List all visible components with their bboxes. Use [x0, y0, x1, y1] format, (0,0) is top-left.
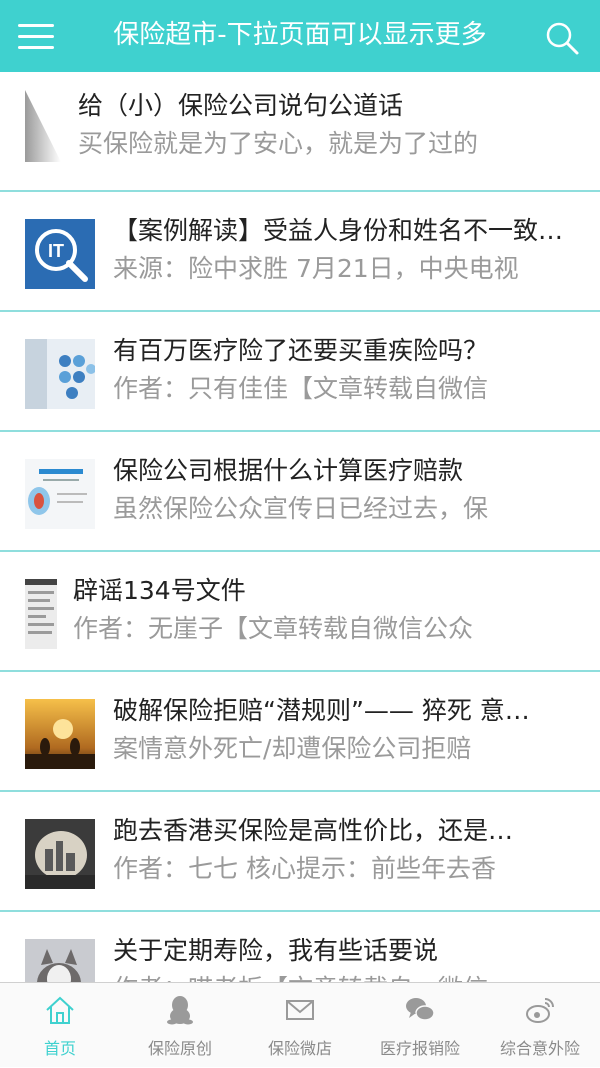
article-title: 辟谣134号文件 [73, 576, 246, 605]
page-title: 保险超市-下拉页面可以显示更多 [113, 20, 487, 50]
tab-label: 首页 [43, 1039, 76, 1058]
tab-medical[interactable]: 医疗报销险 [360, 983, 480, 1068]
menu-icon[interactable] [18, 22, 54, 52]
list-item[interactable]: 关于定期寿险，我有些话要说 作者：喵老板【文章转载自，微信 [0, 912, 600, 982]
list-item[interactable]: 保险公司根据什么计算医疗赔款 虽然保险公众宣传日已经过去，保 [0, 432, 600, 552]
sunset-thumbnail [25, 699, 95, 769]
weibo-icon [526, 998, 554, 1023]
svg-text:IT: IT [48, 241, 64, 261]
phone-screenshot-thumbnail [25, 579, 57, 649]
cat-thumbnail [25, 939, 95, 982]
bottom-tab-bar: 首页 保险原创 保险微店 医疗报销险 综合意外险 [0, 982, 600, 1067]
tab-label: 保险微店 [267, 1039, 332, 1058]
list-item[interactable]: 跑去香港买保险是高性价比，还是… 作者：七七 核心提示：前些年去香 [0, 792, 600, 912]
list-item[interactable]: 辟谣134号文件 作者：无崖子【文章转载自微信公众 [0, 552, 600, 672]
tab-home[interactable]: 首页 [0, 983, 120, 1068]
top-bar: 保险超市-下拉页面可以显示更多 [0, 0, 600, 72]
tab-label: 保险原创 [147, 1039, 212, 1058]
article-subtitle: 案情意外死亡/却遭保险公司拒赔 [113, 734, 472, 763]
home-icon [46, 996, 74, 1024]
article-title: 保险公司根据什么计算医疗赔款 [113, 456, 464, 485]
article-subtitle: 作者：喵老板【文章转载自，微信 [113, 970, 578, 982]
gradient-thumbnail [25, 90, 61, 162]
article-subtitle: 作者：七七 核心提示：前些年去香 [113, 854, 496, 883]
city-thumbnail [25, 819, 95, 889]
search-icon[interactable] [544, 20, 580, 56]
article-subtitle: 买保险就是为了安心，就是为了过的 [78, 129, 479, 158]
list-item[interactable]: IT 【案例解读】受益人身份和姓名不一致… 来源：险中求胜 7月21日，中央电视 [0, 192, 600, 312]
tab-accident[interactable]: 综合意外险 [480, 983, 600, 1068]
article-title: 给（小）保险公司说句公道话 [78, 91, 404, 120]
article-title: 关于定期寿险，我有些话要说 [113, 936, 439, 965]
document-thumbnail [25, 459, 95, 529]
tab-original[interactable]: 保险原创 [120, 983, 240, 1068]
article-subtitle: 作者：只有佳佳【文章转载自微信 [113, 374, 489, 403]
chat-bubble-icon [406, 998, 435, 1021]
penguin-icon [167, 996, 193, 1025]
tab-shop[interactable]: 保险微店 [240, 983, 360, 1068]
article-title: 【案例解读】受益人身份和姓名不一致… [113, 216, 564, 245]
article-subtitle: 作者：无崖子【文章转载自微信公众 [73, 614, 474, 643]
article-title: 跑去香港买保险是高性价比，还是… [113, 816, 514, 845]
article-list[interactable]: 给（小）保险公司说句公道话 买保险就是为了安心，就是为了过的 IT 【案例解读】… [0, 72, 600, 982]
list-item[interactable]: 给（小）保险公司说句公道话 买保险就是为了安心，就是为了过的 [0, 72, 600, 192]
article-subtitle: 来源：险中求胜 7月21日，中央电视 [113, 254, 519, 283]
it-magnifier-thumbnail: IT [25, 219, 95, 289]
list-item[interactable]: 破解保险拒赔“潜规则”—— 猝死 意… 案情意外死亡/却遭保险公司拒赔 [0, 672, 600, 792]
tab-label: 医疗报销险 [379, 1039, 460, 1058]
tab-label: 综合意外险 [499, 1039, 580, 1058]
medical-thumbnail [25, 339, 95, 409]
article-title: 破解保险拒赔“潜规则”—— 猝死 意… [113, 696, 530, 725]
list-item[interactable]: 有百万医疗险了还要买重疾险吗？ 作者：只有佳佳【文章转载自微信 [0, 312, 600, 432]
article-title: 有百万医疗险了还要买重疾险吗？ [113, 336, 489, 365]
article-subtitle: 虽然保险公众宣传日已经过去，保 [113, 494, 489, 523]
envelope-icon [286, 1000, 314, 1020]
